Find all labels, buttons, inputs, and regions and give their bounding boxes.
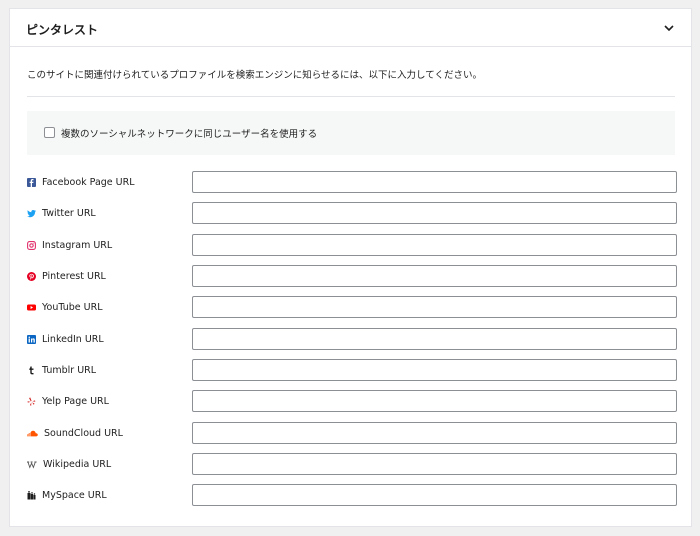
twitter-url-input[interactable] bbox=[192, 202, 677, 224]
field-row-myspace: MySpace URL bbox=[27, 484, 677, 506]
field-label-text: Wikipedia URL bbox=[43, 458, 112, 470]
field-row-youtube: YouTube URL bbox=[27, 296, 677, 318]
tumblr-url-input[interactable] bbox=[192, 359, 677, 381]
pinterest-settings-panel: ピンタレスト このサイトに関連付けられているプロファイルを検索エンジンに知らせる… bbox=[9, 8, 692, 527]
field-label-text: MySpace URL bbox=[42, 489, 107, 501]
pinterest-icon bbox=[27, 271, 36, 281]
panel-header[interactable]: ピンタレスト bbox=[10, 9, 691, 47]
field-label: Facebook Page URL bbox=[27, 171, 135, 193]
field-row-soundcloud: SoundCloud URL bbox=[27, 422, 677, 444]
field-label: LinkedIn URL bbox=[27, 328, 104, 350]
field-label: Tumblr URL bbox=[27, 359, 96, 381]
tumblr-icon bbox=[27, 366, 36, 375]
field-label-text: Pinterest URL bbox=[42, 270, 106, 282]
facebook-icon bbox=[27, 177, 36, 187]
same-username-option: 複数のソーシャルネットワークに同じユーザー名を使用する bbox=[27, 111, 675, 155]
field-label: Twitter URL bbox=[27, 202, 96, 224]
field-label: Instagram URL bbox=[27, 234, 112, 256]
twitter-icon bbox=[27, 209, 36, 218]
field-row-pinterest: Pinterest URL bbox=[27, 265, 677, 287]
field-label-text: Tumblr URL bbox=[42, 364, 97, 376]
field-label: SoundCloud URL bbox=[27, 422, 123, 444]
field-label-text: Twitter URL bbox=[42, 207, 96, 219]
panel-description: このサイトに関連付けられているプロファイルを検索エンジンに知らせるには、以下に入… bbox=[27, 70, 482, 81]
field-row-facebook: Facebook Page URL bbox=[27, 171, 677, 193]
same-username-checkbox[interactable] bbox=[44, 127, 55, 138]
field-label-text: YouTube URL bbox=[42, 301, 103, 313]
youtube-url-input[interactable] bbox=[192, 296, 677, 318]
collapse-toggle-button[interactable] bbox=[661, 20, 677, 36]
field-row-twitter: Twitter URL bbox=[27, 202, 677, 224]
same-username-label[interactable]: 複数のソーシャルネットワークに同じユーザー名を使用する bbox=[61, 126, 317, 140]
wikipedia-icon bbox=[27, 460, 37, 469]
myspace-icon bbox=[27, 490, 36, 500]
field-label-text: Instagram URL bbox=[42, 239, 113, 251]
soundcloud-icon bbox=[27, 429, 38, 438]
field-label: Wikipedia URL bbox=[27, 453, 111, 475]
panel-title: ピンタレスト bbox=[26, 23, 99, 37]
soundcloud-url-input[interactable] bbox=[192, 422, 677, 444]
pinterest-url-input[interactable] bbox=[192, 265, 677, 287]
field-label: Pinterest URL bbox=[27, 265, 106, 287]
instagram-icon bbox=[27, 240, 36, 250]
field-row-yelp: Yelp Page URL bbox=[27, 390, 677, 412]
field-label: Yelp Page URL bbox=[27, 390, 109, 412]
instagram-url-input[interactable] bbox=[192, 234, 677, 256]
field-label: YouTube URL bbox=[27, 296, 103, 318]
field-row-wikipedia: Wikipedia URL bbox=[27, 453, 677, 475]
wikipedia-url-input[interactable] bbox=[192, 453, 677, 475]
field-row-instagram: Instagram URL bbox=[27, 234, 677, 256]
facebook-url-input[interactable] bbox=[192, 171, 677, 193]
myspace-url-input[interactable] bbox=[192, 484, 677, 506]
yelp-url-input[interactable] bbox=[192, 390, 677, 412]
yelp-icon bbox=[27, 396, 36, 406]
chevron-down-icon bbox=[664, 24, 674, 31]
youtube-icon bbox=[27, 303, 36, 312]
field-label: MySpace URL bbox=[27, 484, 107, 506]
field-label-text: LinkedIn URL bbox=[42, 333, 104, 345]
field-label-text: Yelp Page URL bbox=[42, 395, 109, 407]
field-label-text: SoundCloud URL bbox=[44, 427, 123, 439]
field-label-text: Facebook Page URL bbox=[42, 176, 135, 188]
divider bbox=[27, 96, 675, 97]
field-row-linkedin: LinkedIn URL bbox=[27, 328, 677, 350]
linkedin-icon bbox=[27, 334, 36, 344]
field-row-tumblr: Tumblr URL bbox=[27, 359, 677, 381]
linkedin-url-input[interactable] bbox=[192, 328, 677, 350]
